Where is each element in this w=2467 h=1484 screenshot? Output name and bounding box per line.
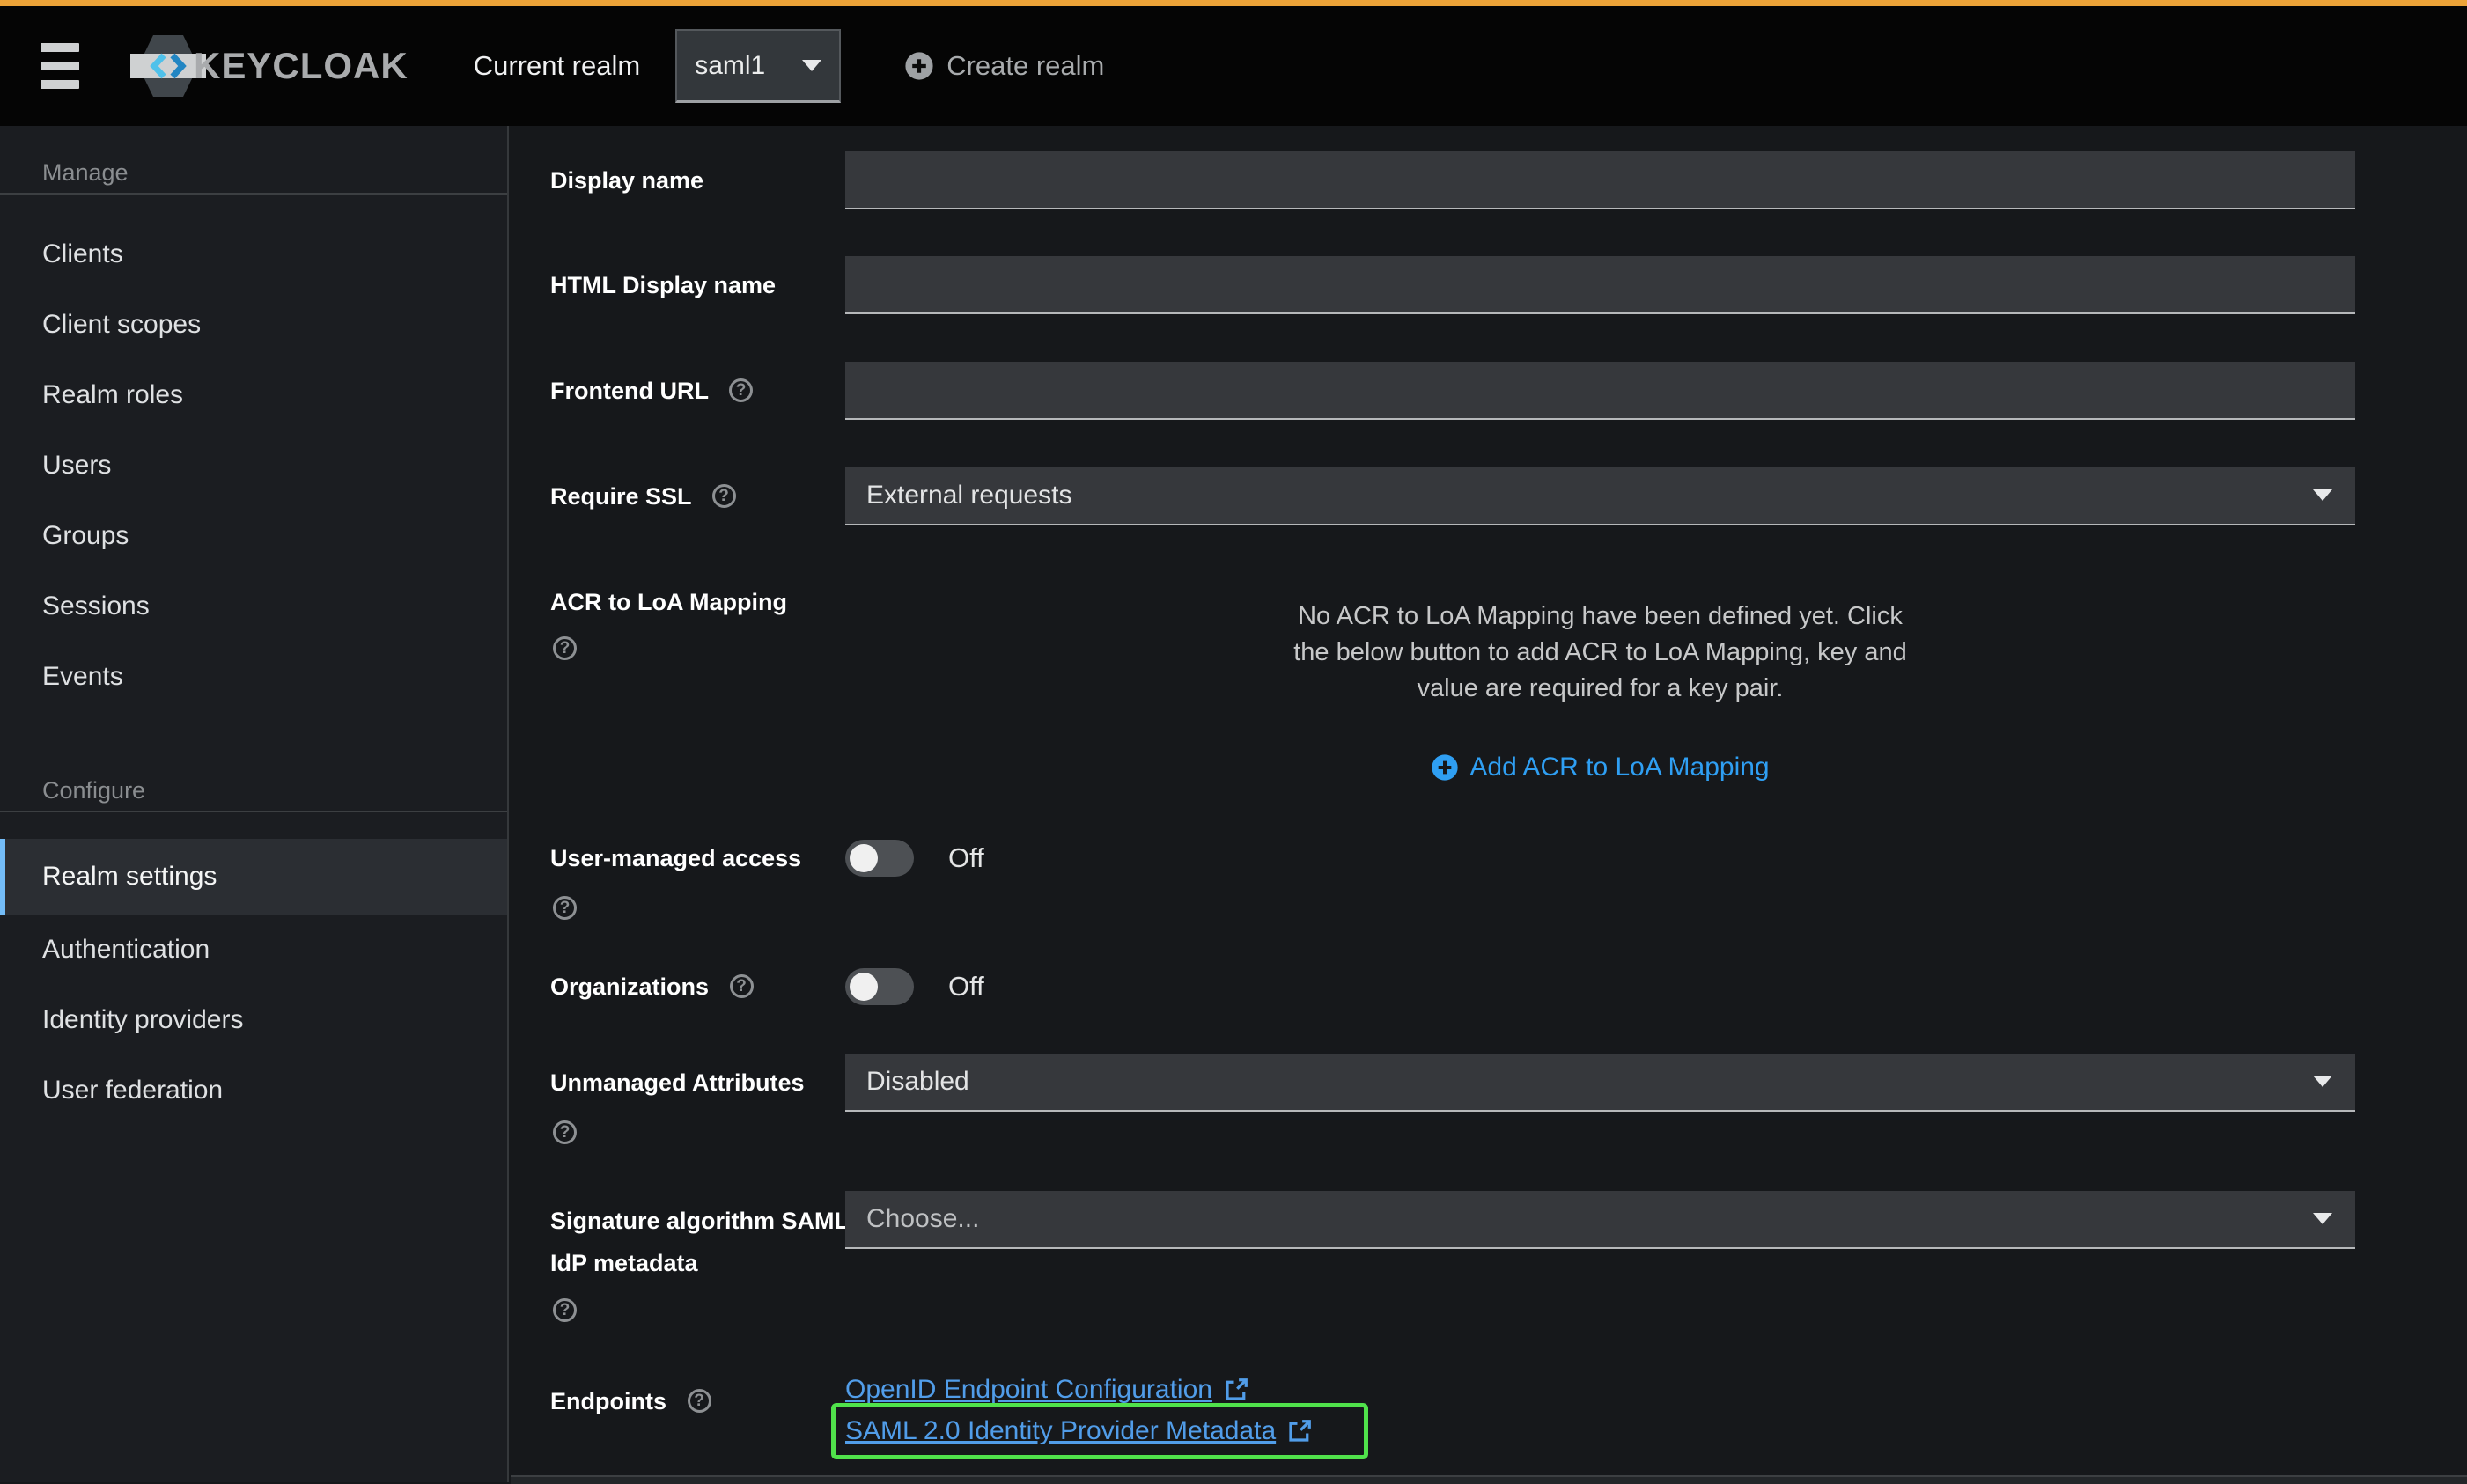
external-link-icon [1223, 1377, 1249, 1403]
sidebar-item-users[interactable]: Users [0, 430, 507, 501]
require-ssl-value: External requests [866, 481, 1071, 511]
masthead: KEYCLOAK Current realm saml1 Create real… [0, 0, 2467, 126]
help-icon[interactable]: ? [553, 896, 577, 920]
help-icon[interactable]: ? [688, 1389, 711, 1413]
add-acr-loa-mapping-label: Add ACR to LoA Mapping [1469, 748, 1769, 787]
unmanaged-attributes-value: Disabled [866, 1067, 969, 1097]
add-acr-loa-mapping-link[interactable]: Add ACR to LoA Mapping [1431, 748, 1769, 787]
chevron-down-icon [2313, 1213, 2332, 1224]
acr-loa-mapping-label: ACR to LoA Mapping [550, 573, 787, 631]
html-display-name-label: HTML Display name [550, 256, 776, 314]
help-icon[interactable]: ? [730, 974, 754, 998]
sidebar-item-realm-roles[interactable]: Realm roles [0, 360, 507, 430]
sidebar-item-identity-providers[interactable]: Identity providers [0, 985, 507, 1055]
toggle-knob [850, 844, 878, 872]
frontend-url-label: Frontend URL ? [550, 362, 753, 420]
display-name-label: Display name [550, 151, 703, 209]
unmanaged-attributes-label: Unmanaged Attributes [550, 1054, 805, 1112]
sidebar-item-sessions[interactable]: Sessions [0, 571, 507, 642]
frontend-url-label-text: Frontend URL [550, 378, 708, 404]
brand-text: KEYCLOAK [194, 45, 409, 87]
help-icon[interactable]: ? [553, 636, 577, 660]
add-acr-loa-mapping-row: Add ACR to LoA Mapping [845, 748, 2355, 787]
chevron-down-icon [2313, 1076, 2332, 1087]
create-realm-label: Create realm [946, 50, 1104, 82]
chevron-down-icon [2313, 489, 2332, 501]
plus-circle-icon [1431, 753, 1459, 782]
organizations-toggle[interactable] [845, 968, 914, 1005]
realm-selector-dropdown[interactable]: saml1 [675, 29, 841, 103]
organizations-label-text: Organizations [550, 973, 709, 1000]
create-realm-button[interactable]: Create realm [904, 50, 1104, 82]
display-name-input[interactable] [845, 151, 2355, 209]
user-managed-access-label: User-managed access [550, 829, 801, 887]
action-bar-edge [511, 1477, 2467, 1484]
signature-algorithm-label: Signature algorithm SAML IdP metadata [550, 1200, 885, 1284]
sidebar-item-client-scopes[interactable]: Client scopes [0, 290, 507, 360]
nav-toggle-hamburger-icon[interactable] [41, 41, 79, 91]
frontend-url-input[interactable] [845, 362, 2355, 420]
current-realm-label: Current realm [474, 50, 641, 82]
highlight-box [831, 1403, 1368, 1459]
endpoints-label-text: Endpoints [550, 1388, 666, 1414]
sidebar-manage-list: Clients Client scopes Realm roles Users … [0, 195, 507, 712]
realm-settings-general-form: Display name HTML Display name Frontend … [511, 126, 2467, 1482]
user-managed-access-state: Off [948, 840, 984, 877]
help-icon[interactable]: ? [553, 1298, 577, 1322]
help-icon[interactable]: ? [553, 1120, 577, 1144]
signature-algorithm-value: Choose... [866, 1204, 979, 1234]
help-icon[interactable]: ? [729, 378, 753, 402]
organizations-state: Off [948, 968, 984, 1005]
sidebar-section-manage: Manage [0, 126, 507, 193]
sidebar-item-authentication[interactable]: Authentication [0, 915, 507, 985]
sidebar-section-configure: Configure [0, 744, 507, 811]
user-managed-access-toggle[interactable] [845, 840, 914, 877]
organizations-label: Organizations ? [550, 958, 754, 1016]
acr-loa-empty-state: No ACR to LoA Mapping have been defined … [845, 599, 2355, 707]
sidebar-item-groups[interactable]: Groups [0, 501, 507, 571]
empty-state-line: No ACR to LoA Mapping have been defined … [845, 599, 2355, 635]
sidebar-configure-list: Realm settings Authentication Identity p… [0, 812, 507, 1126]
keycloak-logo-icon [137, 33, 199, 99]
sidebar-item-user-federation[interactable]: User federation [0, 1055, 507, 1126]
endpoints-label: Endpoints ? [550, 1372, 711, 1430]
keycloak-logo[interactable]: KEYCLOAK [137, 33, 409, 99]
realm-selector-value: saml1 [695, 51, 765, 81]
empty-state-line: value are required for a key pair. [845, 671, 2355, 707]
sidebar-item-realm-settings[interactable]: Realm settings [0, 839, 507, 915]
signature-algorithm-select[interactable]: Choose... [845, 1191, 2355, 1249]
chevron-down-icon [802, 60, 821, 71]
sidebar: Manage Clients Client scopes Realm roles… [0, 126, 509, 1482]
require-ssl-label: Require SSL ? [550, 467, 736, 525]
empty-state-line: the below button to add ACR to LoA Mappi… [845, 635, 2355, 671]
plus-circle-icon [904, 51, 934, 81]
sidebar-item-clients[interactable]: Clients [0, 219, 507, 290]
help-icon[interactable]: ? [712, 484, 736, 508]
html-display-name-input[interactable] [845, 256, 2355, 314]
require-ssl-select[interactable]: External requests [845, 467, 2355, 525]
unmanaged-attributes-select[interactable]: Disabled [845, 1054, 2355, 1112]
require-ssl-label-text: Require SSL [550, 483, 691, 510]
toggle-knob [850, 973, 878, 1001]
sidebar-item-events[interactable]: Events [0, 642, 507, 712]
